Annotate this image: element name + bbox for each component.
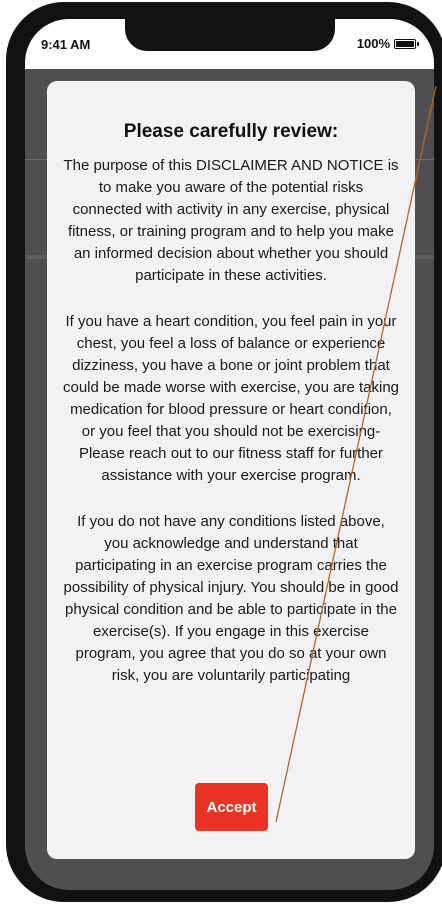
battery-level-fill xyxy=(396,40,414,47)
status-bar: 9:41 AM 100% xyxy=(25,19,434,69)
battery-full-icon xyxy=(394,38,419,49)
notch xyxy=(125,19,335,51)
phone-frame: 9:41 AM 100% Please carefully review: Th… xyxy=(6,2,442,902)
disclaimer-paragraph: The purpose of this DISCLAIMER AND NOTIC… xyxy=(63,157,399,284)
disclaimer-paragraph: If you do not have any conditions listed… xyxy=(63,513,399,684)
modal-title: Please carefully review: xyxy=(123,121,339,142)
disclaimer-modal: Please carefully review: The purpose of … xyxy=(47,81,415,859)
canvas: 9:41 AM 100% Please carefully review: Th… xyxy=(0,0,442,907)
battery-indicator: 100% xyxy=(356,36,419,51)
battery-percent: 100% xyxy=(356,36,390,51)
status-time: 9:41 AM xyxy=(41,37,91,52)
disclaimer-paragraph: If you have a heart condition, you feel … xyxy=(63,313,399,484)
accept-button[interactable]: Accept xyxy=(195,783,268,831)
phone-screen: 9:41 AM 100% Please carefully review: Th… xyxy=(25,19,434,890)
disclaimer-text[interactable]: The purpose of this DISCLAIMER AND NOTIC… xyxy=(63,155,399,775)
